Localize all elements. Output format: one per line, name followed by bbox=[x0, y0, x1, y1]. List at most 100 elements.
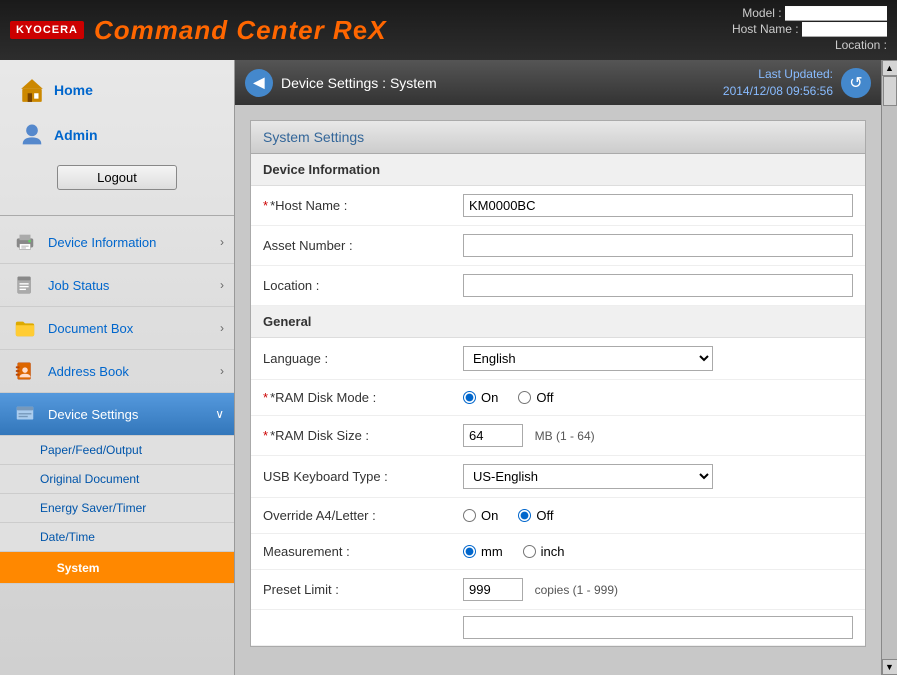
language-select[interactable]: English Japanese French German Spanish bbox=[463, 346, 713, 371]
measurement-inch-option[interactable]: inch bbox=[523, 544, 565, 559]
form-row-extra bbox=[251, 610, 865, 646]
job-icon-svg bbox=[13, 274, 37, 296]
breadcrumb-text: Device Settings : System bbox=[281, 75, 437, 91]
submenu-energy-saver[interactable]: Energy Saver/Timer bbox=[0, 494, 234, 523]
ram-disk-off-radio[interactable] bbox=[518, 391, 531, 404]
sidebar-label-address-book: Address Book bbox=[48, 364, 220, 379]
hostname-label: **Host Name : bbox=[263, 198, 463, 213]
ram-disk-on-option[interactable]: On bbox=[463, 390, 498, 405]
location-label: Location : bbox=[263, 278, 463, 293]
sidebar-item-admin: Admin bbox=[10, 115, 224, 155]
header-info: Model : ████████████ Host Name : ███████… bbox=[732, 6, 887, 54]
asset-input[interactable] bbox=[463, 234, 853, 257]
back-button[interactable]: ◀ bbox=[245, 69, 273, 97]
breadcrumb-bar: ◀ Device Settings : System Last Updated:… bbox=[235, 60, 881, 105]
doc-box-arrow: › bbox=[220, 321, 224, 335]
ram-disk-off-label: Off bbox=[536, 390, 553, 405]
scroll-up-arrow[interactable]: ▲ bbox=[882, 60, 897, 76]
sidebar-label-doc-box: Document Box bbox=[48, 321, 220, 336]
measurement-control: mm inch bbox=[463, 544, 853, 559]
form-row-usb-keyboard: USB Keyboard Type : US-English UK-Englis… bbox=[251, 456, 865, 498]
device-information-icon bbox=[10, 229, 40, 255]
ram-disk-size-suffix: MB (1 - 64) bbox=[535, 429, 595, 443]
home-link[interactable]: Home bbox=[54, 82, 93, 98]
override-on-radio[interactable] bbox=[463, 509, 476, 522]
override-control: On Off bbox=[463, 508, 853, 523]
device-settings-icon bbox=[10, 401, 40, 427]
preset-limit-label: Preset Limit : bbox=[263, 582, 463, 597]
override-radio-group: On Off bbox=[463, 508, 853, 523]
ram-disk-size-label: **RAM Disk Size : bbox=[263, 428, 463, 443]
form-row-override: Override A4/Letter : On Off bbox=[251, 498, 865, 534]
logout-button[interactable]: Logout bbox=[57, 165, 177, 190]
asset-label: Asset Number : bbox=[263, 238, 463, 253]
measurement-mm-option[interactable]: mm bbox=[463, 544, 503, 559]
settings-icon-svg bbox=[13, 403, 37, 425]
printer-icon bbox=[13, 231, 37, 253]
settings-title: System Settings bbox=[251, 121, 865, 154]
sidebar-label-device-settings: Device Settings bbox=[48, 407, 215, 422]
device-settings-submenu: Paper/Feed/Output Original Document Ener… bbox=[0, 436, 234, 584]
sidebar-label-job-status: Job Status bbox=[48, 278, 220, 293]
section-general: General bbox=[251, 306, 865, 338]
location-input[interactable] bbox=[463, 274, 853, 297]
hostname-input[interactable] bbox=[463, 194, 853, 217]
sidebar-divider bbox=[0, 215, 234, 216]
content-area: ◀ Device Settings : System Last Updated:… bbox=[235, 60, 881, 675]
submenu-date-time[interactable]: Date/Time bbox=[0, 523, 234, 552]
location-row: Location : bbox=[732, 38, 887, 52]
address-book-icon bbox=[10, 358, 40, 384]
address-icon-svg bbox=[13, 360, 37, 382]
window-scrollbar[interactable]: ▲ ▼ bbox=[881, 60, 897, 675]
submenu-paper-feed[interactable]: Paper/Feed/Output bbox=[0, 436, 234, 465]
sidebar-item-job-status[interactable]: Job Status › bbox=[0, 264, 234, 307]
sidebar-item-device-information[interactable]: Device Information › bbox=[0, 221, 234, 264]
measurement-inch-label: inch bbox=[541, 544, 565, 559]
sidebar-nav-top: Home Admin Logout bbox=[0, 60, 234, 215]
model-row: Model : ████████████ bbox=[732, 6, 887, 20]
form-row-language: Language : English Japanese French Germa… bbox=[251, 338, 865, 380]
header: KYOCERA Command Center ReX Model : █████… bbox=[0, 0, 897, 60]
ram-disk-size-input[interactable] bbox=[463, 424, 523, 447]
sidebar-item-address-book[interactable]: Address Book › bbox=[0, 350, 234, 393]
extra-input[interactable] bbox=[463, 616, 853, 639]
override-off-option[interactable]: Off bbox=[518, 508, 553, 523]
measurement-inch-radio[interactable] bbox=[523, 545, 536, 558]
refresh-button[interactable]: ↺ bbox=[841, 68, 871, 98]
last-updated-value: 2014/12/08 09:56:56 bbox=[723, 83, 833, 100]
hostname-row: Host Name : ██████████ bbox=[732, 22, 887, 36]
admin-icon bbox=[18, 121, 46, 149]
hostname-control bbox=[463, 194, 853, 217]
sidebar-item-document-box[interactable]: Document Box › bbox=[0, 307, 234, 350]
header-title: Command Center ReX bbox=[94, 15, 387, 46]
override-on-label: On bbox=[481, 508, 498, 523]
last-updated: Last Updated: 2014/12/08 09:56:56 bbox=[723, 66, 833, 100]
override-off-radio[interactable] bbox=[518, 509, 531, 522]
scroll-down-arrow[interactable]: ▼ bbox=[882, 659, 897, 675]
location-control bbox=[463, 274, 853, 297]
ram-disk-on-radio[interactable] bbox=[463, 391, 476, 404]
sidebar-item-home[interactable]: Home bbox=[10, 70, 224, 110]
ram-disk-off-option[interactable]: Off bbox=[518, 390, 553, 405]
sidebar-item-device-settings[interactable]: Device Settings ∨ bbox=[0, 393, 234, 436]
sidebar: Home Admin Logout bbox=[0, 60, 235, 675]
submenu-original-doc[interactable]: Original Document bbox=[0, 465, 234, 494]
preset-limit-input[interactable] bbox=[463, 578, 523, 601]
submenu-system[interactable]: ➤ System bbox=[0, 552, 234, 584]
scroll-thumb[interactable] bbox=[883, 76, 897, 106]
override-on-option[interactable]: On bbox=[463, 508, 498, 523]
form-row-preset-limit: Preset Limit : copies (1 - 999) bbox=[251, 570, 865, 610]
active-arrow-icon: ➤ bbox=[40, 559, 52, 576]
breadcrumb-left: ◀ Device Settings : System bbox=[245, 69, 437, 97]
override-off-label: Off bbox=[536, 508, 553, 523]
form-row-asset: Asset Number : bbox=[251, 226, 865, 266]
sidebar-label-device-info: Device Information bbox=[48, 235, 220, 250]
breadcrumb-right: Last Updated: 2014/12/08 09:56:56 ↺ bbox=[723, 66, 871, 100]
measurement-mm-radio[interactable] bbox=[463, 545, 476, 558]
extra-control bbox=[463, 616, 853, 639]
admin-svg bbox=[18, 121, 46, 149]
usb-keyboard-select[interactable]: US-English UK-English French German bbox=[463, 464, 713, 489]
ram-disk-mode-control: On Off bbox=[463, 390, 853, 405]
usb-keyboard-control: US-English UK-English French German bbox=[463, 464, 853, 489]
language-control: English Japanese French German Spanish bbox=[463, 346, 853, 371]
